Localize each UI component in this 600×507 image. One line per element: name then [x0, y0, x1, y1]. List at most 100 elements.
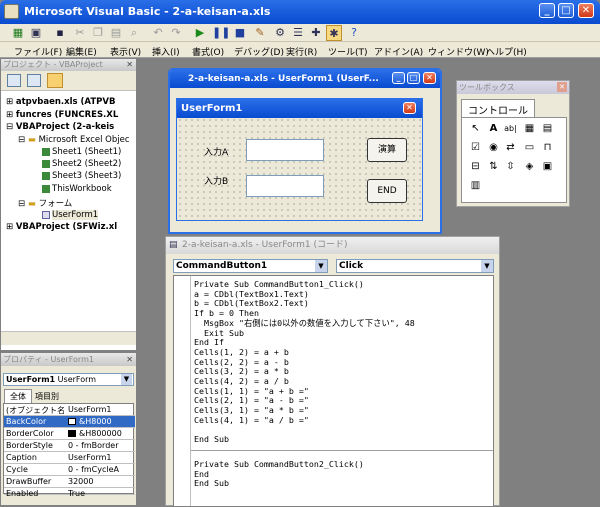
properties-object-select[interactable]: UserForm1 UserForm ▼	[3, 373, 134, 386]
menu-edit[interactable]: 編集(E)	[66, 45, 97, 58]
combobox-tool-icon[interactable]: ▥	[468, 178, 483, 193]
sheet-icon	[42, 172, 50, 180]
save-icon[interactable]: ▪	[52, 25, 68, 41]
cut-icon[interactable]: ✂	[72, 25, 88, 41]
tree-sheet1[interactable]: Sheet1 (Sheet1)	[52, 147, 121, 157]
help-icon[interactable]: ?	[346, 25, 362, 41]
minimize-button[interactable]: _	[539, 3, 555, 18]
sheet-icon	[42, 148, 50, 156]
design-mode-icon[interactable]: ✎	[252, 25, 268, 41]
userform-title-bar: UserForm1 ✕	[177, 99, 422, 118]
properties-close-icon[interactable]: ✕	[126, 353, 133, 366]
tree-thisworkbook[interactable]: ThisWorkbook	[52, 184, 112, 194]
menu-tools[interactable]: ツール(T)	[328, 45, 368, 58]
view-object-icon[interactable]	[27, 74, 41, 87]
project-close-icon[interactable]: ✕	[126, 59, 133, 71]
userform-close-button[interactable]: ✕	[403, 102, 416, 114]
textbox1[interactable]	[246, 139, 324, 161]
break-icon[interactable]: ❚❚	[212, 25, 230, 41]
label-tool-icon[interactable]: A	[486, 121, 501, 136]
command-button2[interactable]: END	[367, 179, 407, 203]
toolbox-icon[interactable]: ✱	[326, 25, 342, 41]
tree-sheet2[interactable]: Sheet2 (Sheet2)	[52, 159, 121, 169]
code-editor[interactable]: Private Sub CommandButton1_Click() a = CD…	[173, 275, 494, 507]
run-icon[interactable]: ▶	[192, 25, 208, 41]
menu-help[interactable]: ヘルプ(H)	[486, 45, 527, 58]
togglebutton-tool-icon[interactable]: ⇄	[503, 140, 518, 155]
menu-file[interactable]: ファイル(F)	[14, 45, 62, 58]
tree-vbaproject[interactable]: ⊟ VBAProject (2-a-keis	[6, 122, 114, 132]
properties-title: プロパティ - UserForm1	[3, 355, 94, 364]
tree-atpvbaen[interactable]: ⊞ atpvbaen.xls (ATPVB	[6, 97, 115, 107]
object-select-value: CommandButton1	[176, 261, 268, 271]
pointer-icon[interactable]: ↖	[468, 121, 483, 136]
form-minimize-button[interactable]: _	[392, 72, 405, 84]
tabstrip-tool-icon[interactable]: ⊓	[540, 140, 555, 155]
command-button1[interactable]: 演算	[367, 138, 407, 162]
property-row[interactable]: DrawBuffer 32000	[4, 476, 135, 488]
reset-icon[interactable]: ■	[232, 25, 248, 41]
properties-icon[interactable]: ☰	[290, 25, 306, 41]
app-title-bar: Microsoft Visual Basic - 2-a-keisan-a.xl…	[0, 0, 600, 24]
insert-userform-icon[interactable]: ▣	[28, 25, 44, 41]
menu-insert[interactable]: 挿入(I)	[152, 45, 180, 58]
listbox-tool-icon[interactable]: ▤	[540, 121, 555, 136]
multipage-tool-icon[interactable]: ⊟	[468, 159, 483, 174]
tree-funcres[interactable]: ⊞ funcres (FUNCRES.XL	[6, 110, 118, 120]
object-select[interactable]: CommandButton1 ▼	[173, 259, 328, 273]
menu-format[interactable]: 書式(O)	[192, 45, 224, 58]
property-row[interactable]: BackColor &H8000	[4, 416, 135, 428]
toolbox-close-icon[interactable]: ✕	[557, 82, 567, 92]
tree-forms[interactable]: ⊟ ▬ フォーム	[18, 197, 72, 209]
image-tool-icon[interactable]: ◈	[522, 159, 537, 174]
undo-icon[interactable]: ↶	[150, 25, 166, 41]
tree-sfwiz[interactable]: ⊞ VBAProject (SFWiz.xl	[6, 222, 117, 232]
tab-alphabetic[interactable]: 全体	[4, 389, 32, 403]
toggle-folders-icon[interactable]	[47, 73, 63, 88]
checkbox-tool-icon[interactable]: ☑	[468, 140, 483, 155]
scrollbar-tool-icon[interactable]: ⇅	[486, 159, 501, 174]
object-browser-icon[interactable]: ✚	[308, 25, 324, 41]
maximize-button[interactable]: □	[558, 3, 574, 18]
menu-addins[interactable]: アドイン(A)	[374, 45, 423, 58]
textbox2[interactable]	[246, 175, 324, 197]
menu-view[interactable]: 表示(V)	[110, 45, 141, 58]
excel-icon[interactable]: ▦	[10, 25, 26, 41]
form-close-button[interactable]: ✕	[423, 72, 436, 84]
menu-debug[interactable]: デバッグ(D)	[234, 45, 284, 58]
toolbox-tab[interactable]: コントロール	[461, 99, 535, 119]
refedit-tool-icon[interactable]: ▣	[540, 159, 555, 174]
tree-sheet3[interactable]: Sheet3 (Sheet3)	[52, 171, 121, 181]
property-row[interactable]: Caption UserForm1	[4, 452, 135, 464]
property-row[interactable]: Cycle 0 - fmCycleA	[4, 464, 135, 476]
optionbutton-tool-icon[interactable]: ◉	[486, 140, 501, 155]
code-line: End Sub	[194, 434, 229, 445]
tab-categorized[interactable]: 項目別	[31, 390, 63, 403]
project-explorer-icon[interactable]: ⚙	[272, 25, 288, 41]
tree-userform1[interactable]: UserForm1	[52, 210, 99, 220]
redo-icon[interactable]: ↷	[168, 25, 184, 41]
paste-icon[interactable]: ▤	[108, 25, 124, 41]
code-window-title-bar: 2-a-keisan-a.xls - UserForm1 (コード)	[166, 237, 499, 254]
textbox-tool-icon[interactable]: ab|	[503, 121, 518, 136]
tree-excel-objects[interactable]: ⊟ ▬ Microsoft Excel Objec	[18, 135, 130, 145]
menu-run[interactable]: 実行(R)	[286, 45, 317, 58]
property-row[interactable]: BorderColor &H800000	[4, 428, 135, 440]
close-button[interactable]: ✕	[578, 3, 594, 18]
project-hscroll[interactable]	[1, 331, 136, 345]
frame-tool-icon[interactable]: ▦	[522, 121, 537, 136]
color-swatch	[68, 430, 76, 437]
copy-icon[interactable]: ❐	[90, 25, 106, 41]
procedure-select[interactable]: Click ▼	[336, 259, 494, 273]
menu-window[interactable]: ウィンドウ(W)	[428, 45, 489, 58]
property-row[interactable]: Enabled True	[4, 488, 135, 498]
form-maximize-button[interactable]: □	[407, 72, 420, 84]
property-row[interactable]: BorderStyle 0 - fmBorder	[4, 440, 135, 452]
commandbutton-tool-icon[interactable]: ▭	[522, 140, 537, 155]
property-row[interactable]: (オブジェクト名) UserForm1	[4, 404, 135, 416]
find-icon[interactable]: ⌕	[126, 25, 142, 41]
procedure-separator	[191, 450, 493, 451]
code-window: 2-a-keisan-a.xls - UserForm1 (コード) Comma…	[165, 236, 500, 507]
view-code-icon[interactable]	[7, 74, 21, 87]
spinbutton-tool-icon[interactable]: ⇳	[503, 159, 518, 174]
